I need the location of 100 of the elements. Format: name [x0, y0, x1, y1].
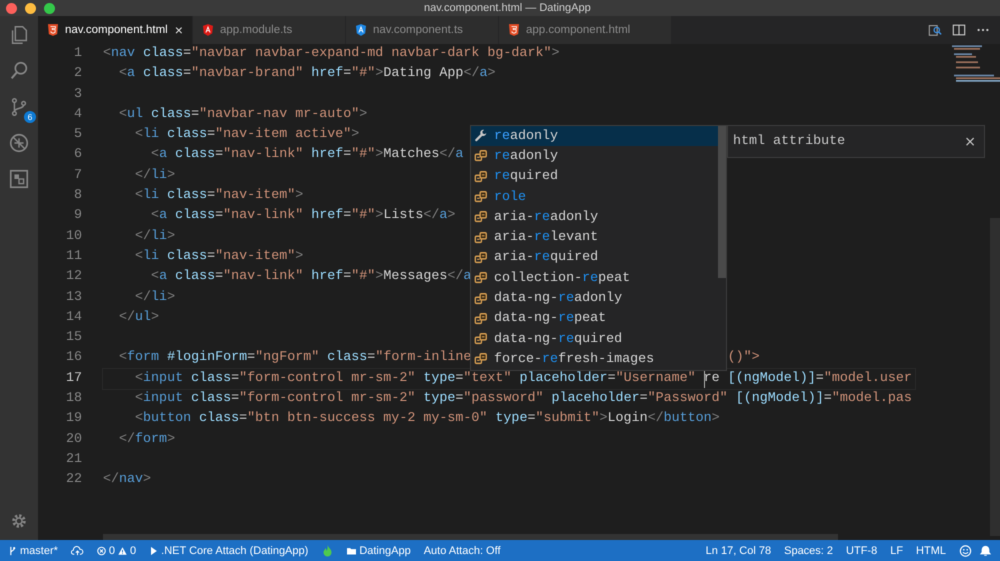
code-line: </form>: [118, 432, 176, 447]
code-line: <a class="nav-link" href="#">Messages</a: [150, 269, 472, 284]
cloud-upload-icon[interactable]: [70, 544, 84, 556]
line-number: 2: [72, 65, 83, 84]
property-icon: [474, 271, 488, 286]
line-number: 20: [64, 430, 83, 449]
cursor-position[interactable]: Ln 17, Col 78: [706, 544, 772, 556]
code-line: <li class="nav-item">: [134, 248, 304, 264]
line-number: 15: [64, 329, 83, 348]
close-icon[interactable]: ×: [174, 22, 183, 38]
line-number: 12: [64, 268, 83, 286]
suggestion-item[interactable]: aria-readonly: [471, 207, 718, 228]
property-icon: [474, 230, 488, 245]
error-icon: [96, 546, 106, 556]
editor-tab[interactable]: app.module.ts: [193, 16, 346, 44]
property-icon: [474, 149, 488, 164]
code-line: <a class="nav-link" href="#">Lists</a>: [150, 208, 456, 224]
suggestion-item[interactable]: readonly: [471, 146, 718, 167]
code-line: </ul>: [118, 310, 160, 325]
flame-icon[interactable]: [321, 544, 334, 556]
scrollbar[interactable]: [103, 534, 838, 540]
line-number: 5: [72, 126, 83, 144]
code-line: <button class="btn btn-success my-2 my-sm-0" type="submit">Login</button>: [134, 411, 720, 426]
window-title: nav.component.html — DatingApp: [424, 2, 591, 14]
suggestion-item[interactable]: aria-relevant: [471, 227, 718, 248]
property-icon: [474, 312, 488, 326]
line-number: 9: [72, 207, 83, 226]
line-number: 3: [72, 86, 83, 104]
property-icon: [474, 190, 488, 204]
language-mode[interactable]: HTML: [916, 544, 946, 556]
line-number: 1: [72, 45, 83, 63]
search-icon[interactable]: [8, 60, 30, 82]
warning-icon: [118, 546, 128, 556]
suggestion-item[interactable]: data-ng-repeat: [471, 308, 718, 329]
close-window-button[interactable]: [6, 2, 17, 14]
code-line: </li>: [134, 290, 176, 305]
line-number: 11: [64, 248, 83, 266]
folder-indicator[interactable]: DatingApp: [347, 544, 411, 556]
line-ending-indicator[interactable]: LF: [890, 544, 904, 556]
line-number: 22: [64, 471, 83, 490]
suggestion-item[interactable]: required: [471, 166, 718, 187]
encoding-indicator[interactable]: UTF-8: [846, 544, 878, 556]
wrench-icon: [474, 129, 488, 144]
details-text: html attribute: [733, 134, 846, 149]
property-icon: [474, 352, 488, 366]
suggestion-item[interactable]: readonly: [471, 126, 718, 146]
line-number: 4: [72, 106, 83, 124]
code-line: <input class="form-control mr-sm-2" type="text" placeholder="Username" re [(ngModel)]="model.user: [134, 370, 912, 386]
split-editor-icon[interactable]: [952, 23, 966, 37]
code-line: <a class="nav-link" href="#">Matches</a: [150, 147, 464, 162]
editor-tab[interactable]: app.component.html: [499, 16, 672, 44]
branch-icon: [8, 546, 17, 556]
line-number: 18: [64, 390, 83, 408]
smiley-icon[interactable]: [959, 544, 972, 556]
code-line: <nav class="navbar navbar-expand-md navbar-dark bg-dark">: [103, 46, 560, 61]
folder-icon: [347, 546, 356, 556]
editor-tab[interactable]: nav.component.ts: [346, 16, 499, 44]
editor-tab[interactable]: nav.component.html ×: [38, 16, 193, 44]
line-number: 19: [64, 410, 83, 428]
debug-icon[interactable]: [8, 132, 30, 154]
code-line: <li class="nav-item active">: [134, 127, 360, 142]
suggestion-item[interactable]: force-refresh-images: [471, 349, 718, 370]
open-preview-icon[interactable]: [928, 23, 942, 37]
suggestion-item[interactable]: role: [471, 186, 718, 208]
property-icon: [474, 332, 488, 346]
scrollbar[interactable]: [718, 126, 726, 278]
problems-indicator[interactable]: 0 0: [96, 544, 136, 556]
property-icon: [474, 170, 488, 184]
line-number: 6: [72, 146, 83, 164]
suggestion-item[interactable]: data-ng-required: [471, 328, 718, 350]
code-line: </nav>: [103, 472, 152, 488]
line-number: 14: [64, 308, 83, 327]
close-button[interactable]: ×: [964, 134, 976, 150]
play-icon: [149, 546, 158, 556]
zoom-window-button[interactable]: [44, 2, 55, 14]
code-line: ()">: [728, 349, 760, 368]
indentation-indicator[interactable]: Spaces: 2: [784, 544, 834, 556]
line-number: 10: [64, 228, 83, 246]
suggestion-item[interactable]: collection-repeat: [471, 268, 718, 288]
code-line: </li>: [134, 228, 176, 244]
code-line: <a class="navbar-brand" href="#">Dating App</a>: [118, 66, 496, 82]
debug-launch-button[interactable]: .NET Core Attach (DatingApp): [149, 544, 308, 556]
branch-indicator[interactable]: master*: [8, 544, 58, 556]
property-icon: [474, 250, 488, 265]
code-line: <form #loginForm="ngForm" class="form-inline: [118, 350, 472, 366]
extensions-icon[interactable]: [8, 168, 30, 190]
code-line: <li class="nav-item">: [134, 188, 304, 204]
suggestion-item[interactable]: aria-required: [471, 248, 718, 268]
minimize-window-button[interactable]: [25, 2, 36, 14]
line-number: 8: [72, 187, 83, 206]
suggestion-item[interactable]: data-ng-readonly: [471, 288, 718, 309]
code-line: <input class="form-control mr-sm-2" type="password" placeholder="Password" [(ngModel)]="model.pas: [134, 391, 912, 406]
changes-badge: 6: [24, 111, 36, 123]
code-line: <ul class="navbar-nav mr-auto">: [118, 106, 368, 122]
property-icon: [474, 292, 488, 306]
settings-icon[interactable]: [10, 512, 28, 530]
auto-attach-indicator[interactable]: Auto Attach: Off: [424, 544, 501, 556]
property-icon: [474, 210, 488, 224]
line-number: 17: [64, 370, 83, 388]
bell-icon[interactable]: [979, 544, 992, 556]
